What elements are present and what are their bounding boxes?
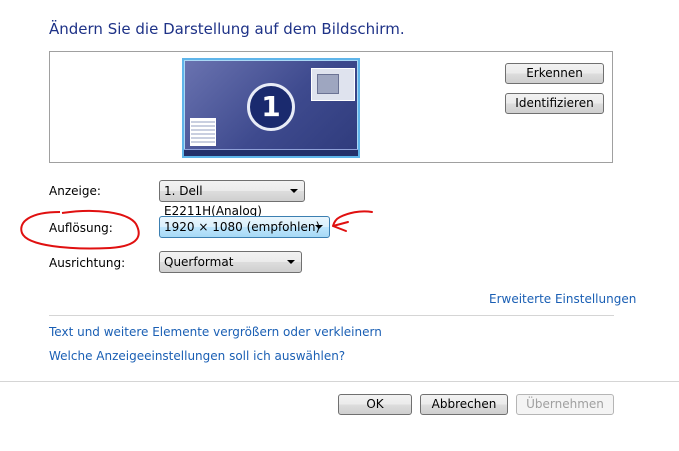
cancel-button[interactable]: Abbrechen — [420, 394, 508, 415]
resolution-label: Auflösung: — [49, 221, 113, 235]
detect-button[interactable]: Erkennen — [505, 63, 604, 84]
resolution-select[interactable]: 1920 × 1080 (empfohlen) — [159, 216, 330, 238]
resolution-select-value: 1920 × 1080 (empfohlen) — [164, 220, 321, 234]
red-arrow-annotation — [332, 210, 373, 232]
text-size-link[interactable]: Text und weitere Elemente vergrößern ode… — [49, 325, 382, 339]
advanced-settings-link[interactable]: Erweiterte Einstellungen — [489, 292, 636, 306]
orientation-select[interactable]: Querformat — [159, 251, 302, 273]
which-settings-link[interactable]: Welche Anzeigeeinstellungen soll ich aus… — [49, 349, 345, 363]
divider — [49, 315, 614, 316]
identify-button[interactable]: Identifizieren — [505, 93, 604, 114]
monitor-preview-area: 1 Erkennen Identifizieren — [49, 51, 613, 163]
monitor-1-thumbnail[interactable]: 1 — [182, 58, 360, 158]
apply-button[interactable]: Übernehmen — [516, 394, 614, 415]
chevron-down-icon — [290, 189, 298, 193]
taskbar-thumbnail — [184, 149, 358, 156]
display-select-value: 1. Dell E2211H(Analog) — [164, 184, 262, 218]
window-thumbnail-icon — [311, 68, 355, 101]
page-title: Ändern Sie die Darstellung auf dem Bilds… — [49, 20, 405, 38]
orientation-select-value: Querformat — [164, 255, 234, 269]
footer-divider — [0, 381, 679, 382]
display-select[interactable]: 1. Dell E2211H(Analog) — [159, 180, 305, 218]
chevron-down-icon — [287, 260, 295, 264]
chevron-down-icon — [315, 225, 323, 229]
display-label: Anzeige: — [49, 184, 101, 198]
document-thumbnail-icon — [190, 118, 216, 146]
monitor-number-badge: 1 — [247, 83, 295, 131]
ok-button[interactable]: OK — [338, 394, 412, 415]
orientation-label: Ausrichtung: — [49, 256, 126, 270]
